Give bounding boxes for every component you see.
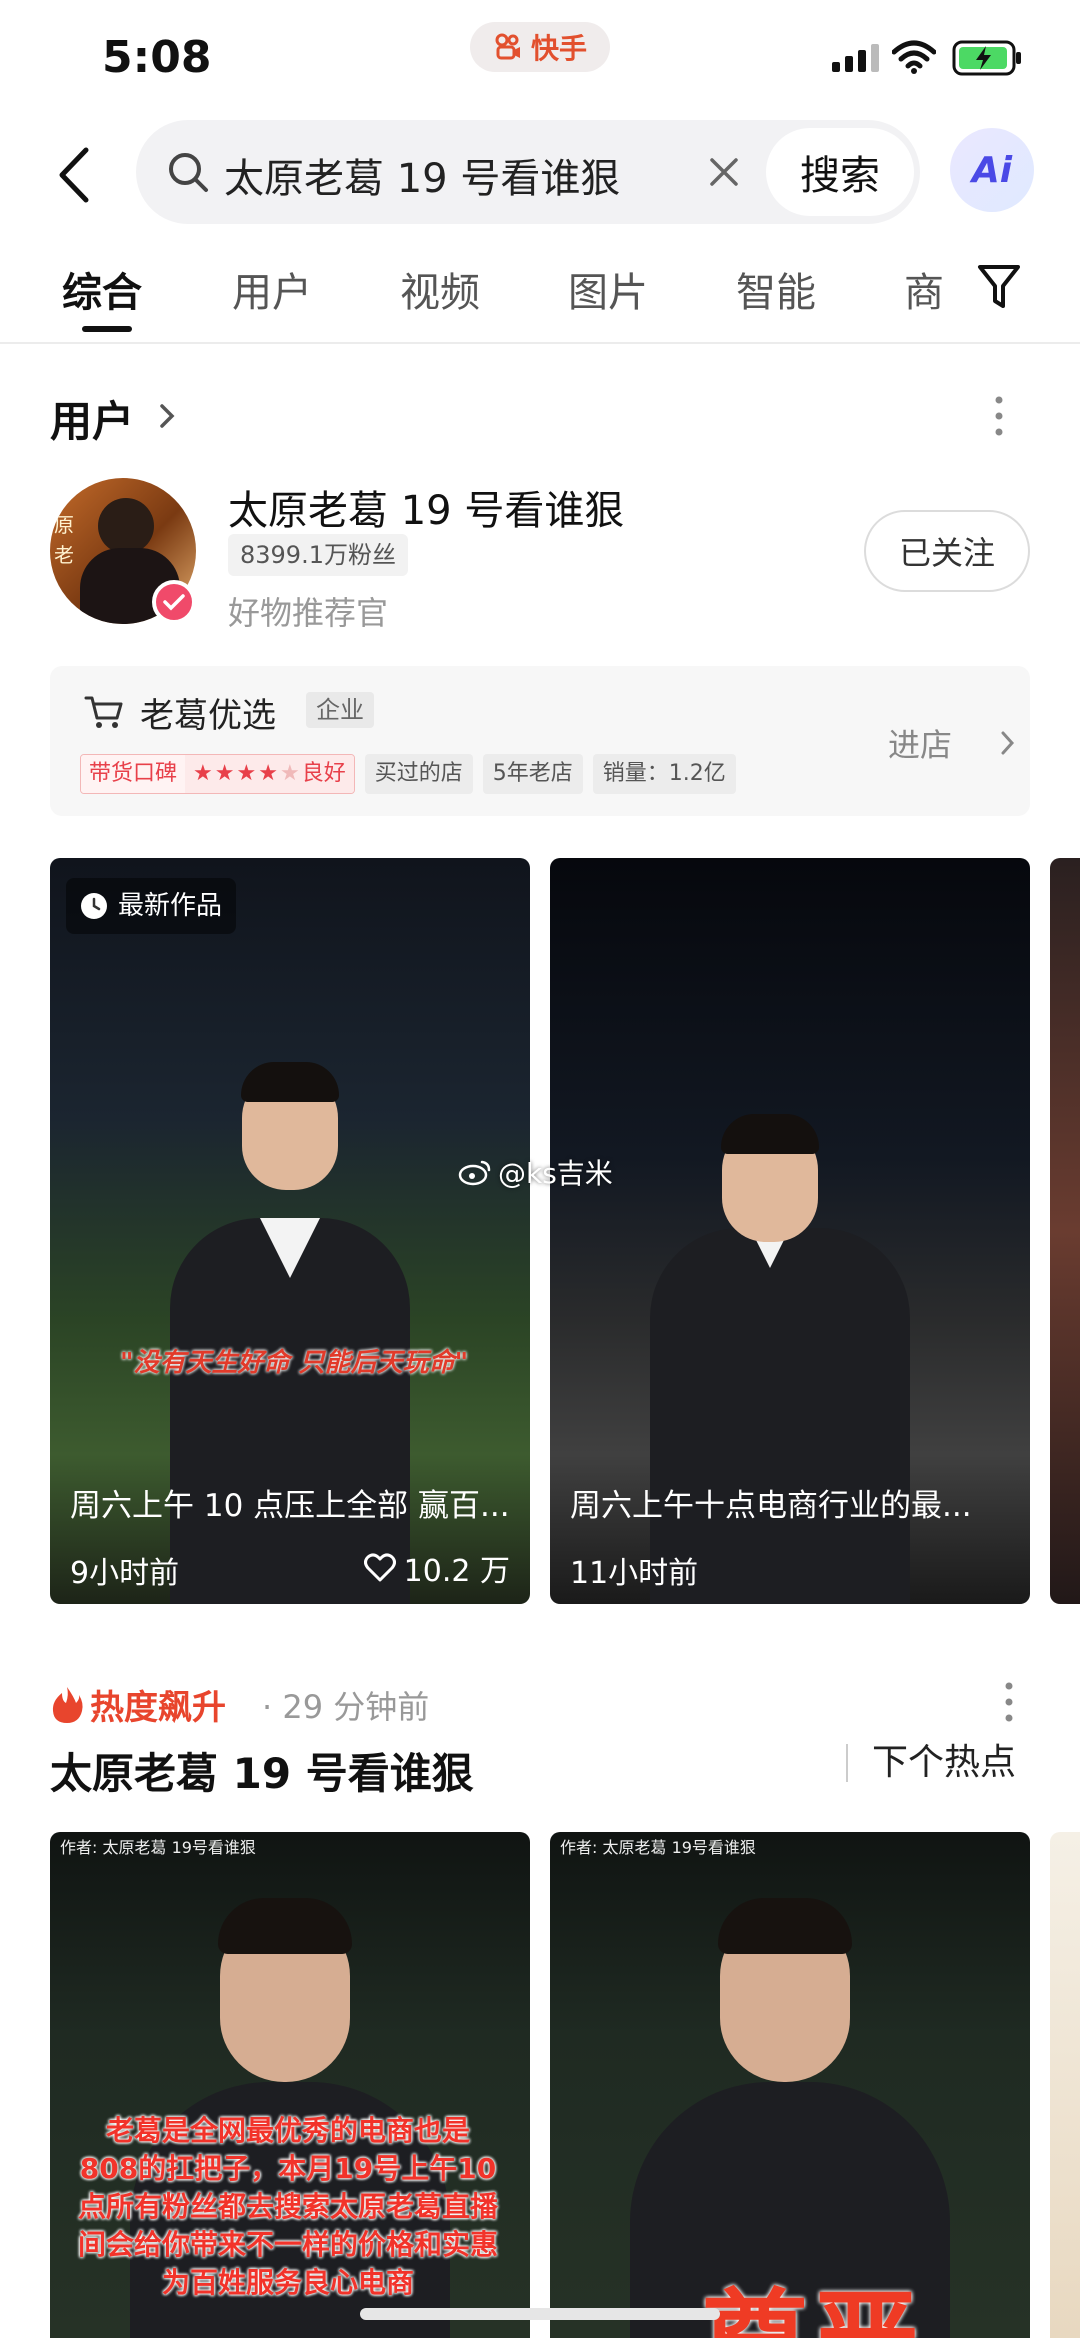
- weibo-watermark: @ks吉米: [458, 1152, 613, 1192]
- trending-video-card-partial[interactable]: [1050, 1832, 1080, 2338]
- video-time: 9小时前: [70, 1556, 180, 1591]
- video-likes-count: 10.2 万: [403, 1554, 510, 1589]
- video-person-hair: [721, 1114, 819, 1154]
- trending-big-word: 尊严: [700, 2252, 920, 2338]
- shopping-cart-icon: [84, 696, 123, 728]
- avatar-figure: [98, 498, 154, 554]
- star-icon: ★: [258, 761, 278, 786]
- search-row: 太原老葛 19 号看谁狠 搜索 Ai: [0, 120, 1080, 230]
- reputation-tag: 带货口碑 ★ ★ ★ ★ ★ 良好: [80, 754, 355, 794]
- search-query-text: 太原老葛 19 号看谁狠: [224, 156, 621, 202]
- enter-shop-link[interactable]: 进店: [888, 720, 952, 766]
- video-card-partial[interactable]: [1050, 858, 1080, 1604]
- ai-assistant-button[interactable]: Ai: [950, 128, 1034, 212]
- latest-work-badge: 最新作品: [66, 878, 237, 934]
- filter-icon[interactable]: [976, 262, 1022, 312]
- video-author-watermark: 作者: 太原老葛 19号看谁狠: [60, 1838, 256, 1857]
- tab-comprehensive[interactable]: 综合: [62, 260, 142, 318]
- chevron-right-icon[interactable]: [156, 396, 180, 436]
- video-likes: 10.2 万: [363, 1546, 510, 1590]
- video-person-hair: [218, 1898, 352, 1954]
- search-tabs: 综合 用户 视频 图片 智能 商: [0, 250, 1080, 344]
- tab-smart[interactable]: 智能: [736, 260, 816, 318]
- avatar-text: 原老: [54, 513, 74, 567]
- video-caption-overlay: "没有天生好命 只能后天玩命": [120, 1348, 469, 1378]
- heart-icon: [363, 1553, 396, 1582]
- fire-icon: [52, 1686, 83, 1723]
- user-description: 好物推荐官: [228, 594, 389, 632]
- shop-name: 老葛优选: [140, 696, 276, 736]
- signal-icon: [832, 44, 879, 72]
- video-person-hair: [718, 1898, 852, 1954]
- kuaishou-logo-icon: [495, 33, 520, 60]
- reputation-value: 良好: [301, 761, 346, 786]
- trending-label-text: 热度飙升: [90, 1688, 226, 1728]
- reputation-rating: ★ ★ ★ ★ ★ 良好: [185, 755, 354, 793]
- fans-count-badge: 8399.1万粉丝: [228, 534, 408, 576]
- star-empty-icon: ★: [279, 761, 300, 786]
- star-icon: ★: [214, 761, 235, 786]
- video-person-hair: [241, 1062, 339, 1102]
- watermark-text: @ks吉米: [498, 1157, 613, 1190]
- video-title: 周六上午十点电商行业的最...: [570, 1488, 972, 1524]
- more-options-icon[interactable]: [1004, 1680, 1014, 1724]
- search-input[interactable]: 太原老葛 19 号看谁狠 搜索: [136, 120, 920, 224]
- shop-tag: 销量：1.2亿: [592, 754, 736, 794]
- shop-card[interactable]: 老葛优选 企业 带货口碑 ★ ★ ★ ★ ★ 良好 买过的店 5年老店 销量：1…: [50, 666, 1030, 816]
- latest-work-label: 最新作品: [118, 891, 223, 921]
- enterprise-badge: 企业: [306, 692, 374, 728]
- trending-title[interactable]: 太原老葛 19 号看谁狠: [50, 1740, 474, 1801]
- trending-time: · 29 分钟前: [262, 1688, 430, 1726]
- video-author-watermark: 作者: 太原老葛 19号看谁狠: [560, 1838, 756, 1857]
- following-button[interactable]: 已关注: [864, 510, 1030, 592]
- weibo-icon: [458, 1160, 491, 1186]
- video-card[interactable]: 周六上午十点电商行业的最... 11小时前: [550, 858, 1030, 1604]
- video-time: 11小时前: [570, 1556, 699, 1591]
- video-card[interactable]: 最新作品 "没有天生好命 只能后天玩命" 周六上午 10 点压上全部 赢百...…: [50, 858, 530, 1604]
- tab-images[interactable]: 图片: [568, 260, 648, 318]
- user-name[interactable]: 太原老葛 19 号看谁狠: [228, 478, 624, 536]
- shop-tag: 买过的店: [364, 754, 473, 794]
- back-arrow-icon[interactable]: [50, 142, 100, 208]
- shop-tag: 5年老店: [482, 754, 583, 794]
- wifi-icon: [892, 40, 936, 74]
- home-indicator[interactable]: [360, 2308, 720, 2320]
- active-tab-indicator: [82, 326, 132, 332]
- app-indicator-pill[interactable]: 快手: [470, 22, 610, 72]
- tab-shop[interactable]: 商: [904, 260, 944, 318]
- users-section-title[interactable]: 用户: [50, 388, 134, 449]
- trending-video-card[interactable]: 作者: 太原老葛 19号看谁狠 尊严: [550, 1832, 1030, 2338]
- more-options-icon[interactable]: [994, 394, 1004, 438]
- trending-label: 热度飙升: [50, 1680, 226, 1729]
- video-title: 周六上午 10 点压上全部 赢百...: [70, 1488, 510, 1524]
- trending-overlay-text: 老葛是全网最优秀的电商也是808的扛把子，本月19号上午10点所有粉丝都去搜索太…: [78, 2114, 499, 2299]
- next-hot-topic-button[interactable]: 下个热点: [846, 1744, 1016, 1782]
- status-bar: 5:08 快手: [0, 0, 1080, 115]
- star-icon: ★: [236, 761, 257, 786]
- search-icon: [169, 153, 208, 192]
- verified-badge-icon: [152, 580, 196, 624]
- status-time: 5:08: [102, 32, 212, 83]
- search-button[interactable]: 搜索: [766, 128, 914, 216]
- trending-video-card[interactable]: 作者: 太原老葛 19号看谁狠 老葛是全网最优秀的电商也是808的扛把子，本月1…: [50, 1832, 530, 2338]
- clock-icon: [81, 893, 107, 919]
- tab-videos[interactable]: 视频: [400, 260, 480, 318]
- star-icon: ★: [193, 761, 213, 786]
- app-name: 快手: [530, 32, 587, 65]
- tab-users[interactable]: 用户: [232, 260, 312, 318]
- reputation-label: 带货口碑: [81, 755, 186, 793]
- clear-icon[interactable]: [702, 150, 746, 194]
- shop-tags: 带货口碑 ★ ★ ★ ★ ★ 良好 买过的店 5年老店 销量：1.2亿: [80, 754, 736, 794]
- chevron-right-icon[interactable]: [998, 726, 1018, 760]
- battery-charging-icon: [952, 40, 1021, 76]
